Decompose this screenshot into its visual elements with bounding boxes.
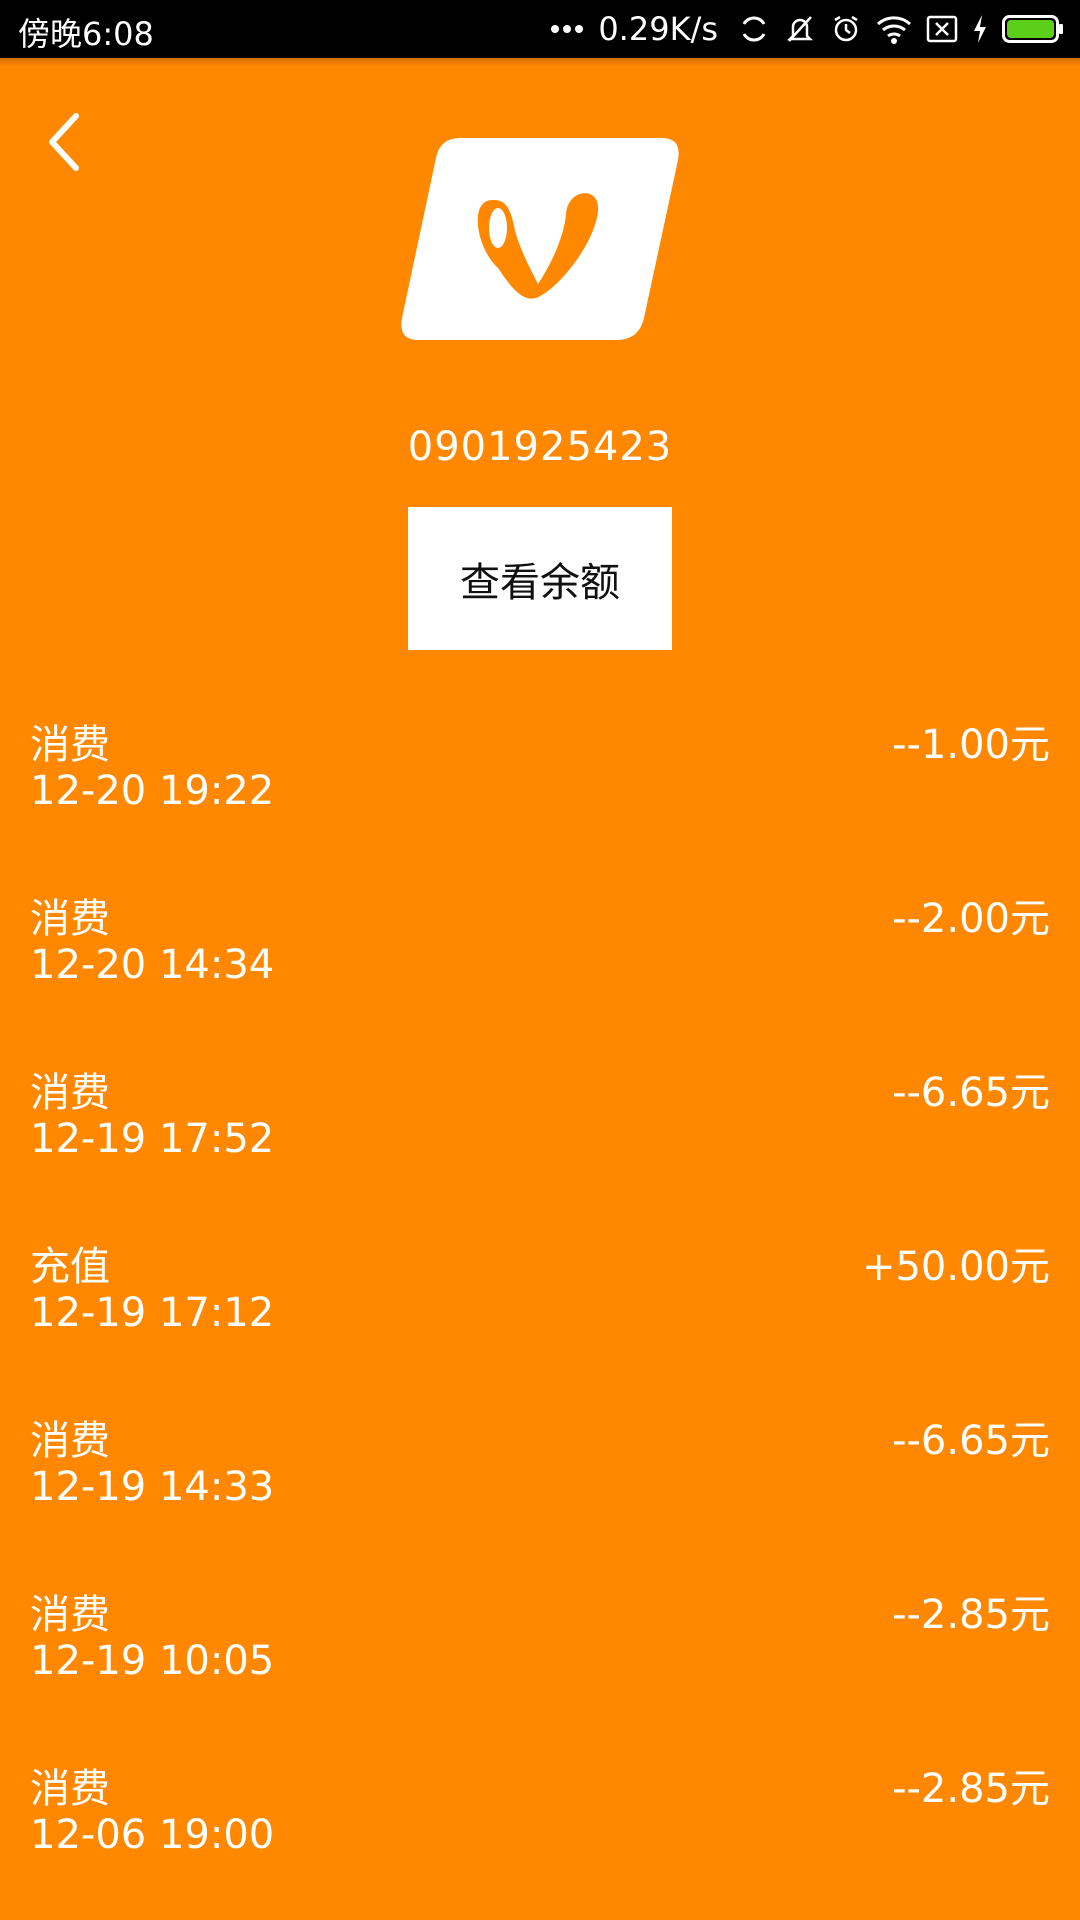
battery-icon — [1002, 13, 1064, 45]
transaction-amount: --2.00元 — [892, 896, 1050, 942]
transaction-row[interactable]: 消费 12-20 14:34 --2.00元 — [0, 884, 1080, 1058]
transaction-type: 消费 — [30, 722, 110, 768]
more-dots-icon — [550, 23, 584, 35]
transaction-time: 12-20 19:22 — [30, 768, 275, 814]
check-balance-button[interactable]: 查看余额 — [408, 507, 672, 650]
transaction-type: 消费 — [30, 1766, 110, 1812]
transaction-row[interactable]: 充值 12-19 17:12 +50.00元 — [0, 1232, 1080, 1406]
status-bar: 傍晚6:08 0.29K/s — [0, 0, 1080, 58]
transaction-row[interactable]: 消费 12-19 10:05 --2.85元 — [0, 1580, 1080, 1754]
transaction-list: 消费 12-20 19:22 --1.00元 消费 12-20 14:34 --… — [0, 710, 1080, 1920]
status-time: 傍晚6:08 — [18, 15, 154, 53]
chevron-left-icon — [44, 110, 84, 178]
transaction-amount: --2.85元 — [892, 1766, 1050, 1812]
transaction-amount: --1.00元 — [892, 722, 1050, 768]
mute-bell-icon — [784, 13, 816, 45]
card-number: 0901925423 — [407, 424, 673, 470]
transaction-time: 12-19 14:33 — [30, 1464, 275, 1510]
charging-icon — [972, 14, 988, 44]
status-icons: 0.29K/s — [550, 0, 1064, 58]
transaction-type: 消费 — [30, 1070, 110, 1116]
transaction-amount: --6.65元 — [892, 1070, 1050, 1116]
card-logo — [398, 138, 682, 342]
transaction-amount: +50.00元 — [861, 1244, 1050, 1290]
transaction-type: 消费 — [30, 1418, 110, 1464]
transaction-type: 消费 — [30, 896, 110, 942]
transaction-amount: --6.65元 — [892, 1418, 1050, 1464]
transaction-row[interactable]: 消费 12-19 14:33 --6.65元 — [0, 1406, 1080, 1580]
back-button[interactable] — [34, 104, 94, 184]
transaction-type: 充值 — [30, 1244, 110, 1290]
transaction-time: 12-19 10:05 — [30, 1638, 275, 1684]
alarm-icon — [830, 13, 862, 45]
net-speed: 0.29K/s — [598, 10, 718, 48]
app-bar-shadow — [0, 58, 1080, 66]
transaction-time: 12-19 17:52 — [30, 1116, 275, 1162]
transaction-row[interactable]: 消费 12-19 17:52 --6.65元 — [0, 1058, 1080, 1232]
transaction-row[interactable]: 消费 12-06 19:00 --2.85元 — [0, 1754, 1080, 1920]
transaction-time: 12-19 17:12 — [30, 1290, 275, 1336]
sync-icon — [738, 13, 770, 45]
transaction-row[interactable]: 消费 12-20 19:22 --1.00元 — [0, 710, 1080, 884]
transaction-time: 12-20 14:34 — [30, 942, 275, 988]
transaction-amount: --2.85元 — [892, 1592, 1050, 1638]
transaction-time: 12-06 19:00 — [30, 1812, 275, 1858]
wifi-icon — [876, 14, 912, 44]
transaction-type: 消费 — [30, 1592, 110, 1638]
sim-off-icon — [926, 14, 958, 44]
